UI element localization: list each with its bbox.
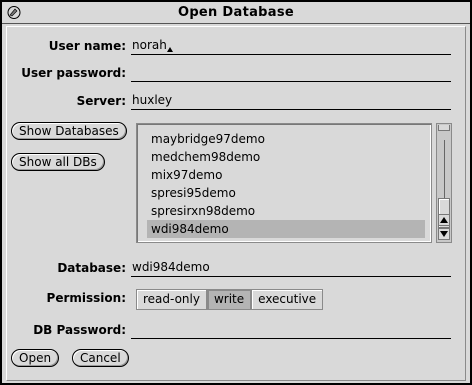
open-database-dialog: Open Database User name: norah User pass… <box>0 0 472 385</box>
database-list-item[interactable]: spresi95demo <box>147 184 425 202</box>
database-list[interactable]: maybridge97demo medchem98demo mix97demo spr… <box>136 123 432 243</box>
database-list-item[interactable]: maybridge97demo <box>147 130 425 148</box>
permission-option-executive[interactable]: executive <box>251 289 324 310</box>
permission-option-read-only[interactable]: read-only <box>136 289 207 310</box>
scroll-up-icon[interactable] <box>438 214 450 226</box>
user-password-field[interactable] <box>131 64 451 82</box>
database-value: wdi984demo <box>132 260 210 274</box>
title-bar[interactable]: Open Database <box>2 2 470 24</box>
text-cursor-icon <box>166 37 173 53</box>
window-title: Open Database <box>177 5 295 20</box>
database-list-item[interactable]: medchem98demo <box>147 148 425 166</box>
server-value: huxley <box>132 93 173 107</box>
server-field[interactable]: huxley <box>131 92 451 110</box>
database-list-item[interactable]: wdi984demo <box>147 220 425 238</box>
database-list-scrollbar[interactable] <box>436 123 452 243</box>
permission-label: Permission: <box>46 291 126 305</box>
server-label: Server: <box>76 94 126 108</box>
user-name-value: norah <box>132 38 167 52</box>
database-list-item[interactable]: mix97demo <box>147 166 425 184</box>
db-password-label: DB Password: <box>33 323 126 337</box>
user-password-label: User password: <box>21 66 126 80</box>
scroll-down-icon[interactable] <box>438 228 450 240</box>
scrollbar-top-cap <box>438 125 450 131</box>
database-list-items: maybridge97demo medchem98demo mix97demo spr… <box>147 130 425 238</box>
permission-selector: read-only write executive <box>136 289 324 310</box>
database-field[interactable]: wdi984demo <box>131 259 451 277</box>
user-name-field[interactable]: norah <box>131 37 451 55</box>
database-list-item[interactable]: spresirxn98demo <box>147 202 425 220</box>
db-password-field[interactable] <box>131 321 451 339</box>
open-button[interactable]: Open <box>11 349 60 367</box>
show-databases-button[interactable]: Show Databases <box>11 122 127 140</box>
permission-option-write[interactable]: write <box>206 289 252 310</box>
scrollbar-track-upper <box>444 140 445 198</box>
user-name-label: User name: <box>48 39 126 53</box>
database-label: Database: <box>57 261 126 275</box>
cancel-button[interactable]: Cancel <box>72 349 129 367</box>
show-all-dbs-button[interactable]: Show all DBs <box>11 153 105 171</box>
